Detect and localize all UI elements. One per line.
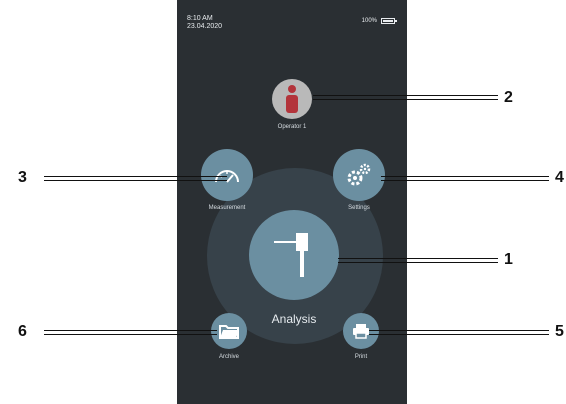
callout-number-4: 4	[555, 169, 564, 186]
battery-icon	[381, 18, 397, 24]
callout-number-3: 3	[18, 169, 27, 186]
user-info-icon	[286, 85, 298, 113]
probe-icon	[274, 233, 308, 277]
analysis-button[interactable]	[249, 210, 339, 300]
settings-button[interactable]	[333, 149, 385, 201]
folder-icon	[219, 325, 239, 339]
callout-number-2: 2	[504, 89, 513, 106]
analysis-label: Analysis	[271, 312, 317, 326]
callout-number-6: 6	[18, 323, 27, 340]
gears-icon	[347, 163, 371, 186]
settings-label: Settings	[348, 205, 370, 211]
callout-line-2	[313, 95, 498, 100]
print-label: Print	[354, 354, 368, 360]
battery-percent: 100%	[361, 18, 377, 24]
measurement-button[interactable]	[201, 149, 253, 201]
callout-line-5	[369, 330, 549, 335]
operator-button[interactable]	[272, 79, 312, 119]
callout-line-6	[44, 330, 217, 335]
operator-label: Operator 1	[277, 124, 307, 130]
status-time: 8:10 AM	[187, 15, 213, 22]
battery-status: 100%	[361, 18, 397, 24]
callout-line-3	[44, 176, 227, 181]
gauge-icon	[215, 170, 239, 183]
device-screen: 8:10 AM 23.04.2020 100% Operator 1 Measu…	[177, 0, 407, 404]
archive-label: Archive	[218, 354, 239, 360]
status-date: 23.04.2020	[187, 23, 223, 30]
printer-icon	[353, 324, 369, 339]
status-time-date: 8:10 AM 23.04.2020	[187, 15, 222, 31]
callout-line-4	[381, 176, 549, 181]
callout-number-1: 1	[504, 251, 513, 268]
callout-number-5: 5	[555, 323, 564, 340]
callout-line-1	[338, 258, 498, 263]
measurement-label: Measurement	[208, 205, 246, 211]
